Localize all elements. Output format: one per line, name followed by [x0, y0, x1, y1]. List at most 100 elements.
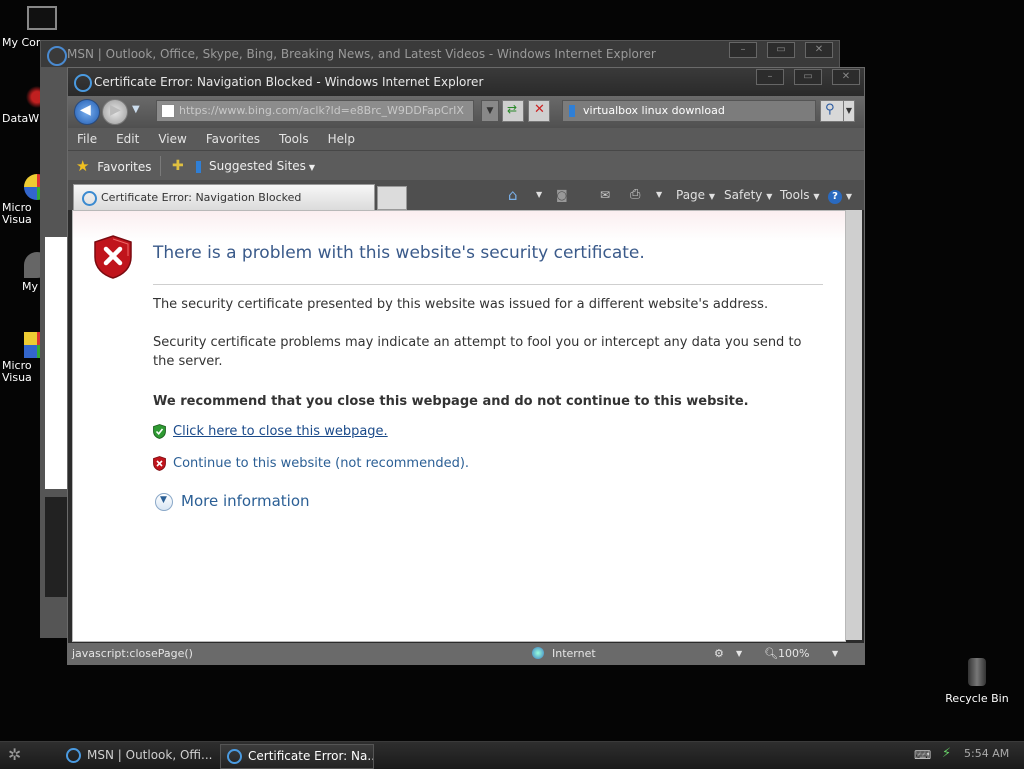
address-dropdown-button[interactable]: ▼ — [481, 100, 499, 122]
page-menu-button[interactable]: Page ▼ — [676, 180, 715, 212]
keyboard-icon[interactable]: ⌨ — [914, 748, 931, 762]
vertical-scrollbar[interactable] — [846, 210, 862, 640]
expand-more-info-button[interactable]: ▼ — [155, 493, 173, 511]
home-icon[interactable]: ⌂ — [508, 180, 518, 210]
monitor-icon — [27, 6, 57, 30]
security-zone: Internet — [552, 647, 596, 660]
address-bar[interactable]: https://www.bing.com/aclk?ld=e8Brc_W9DDF… — [156, 100, 474, 122]
bing-icon — [569, 105, 575, 117]
page-content: There is a problem with this website's s… — [72, 210, 846, 642]
zoom-icon: 🔍︎ — [764, 647, 778, 660]
error-description: The security certificate presented by th… — [153, 297, 769, 312]
maximize-button[interactable]: ▭ — [794, 69, 822, 85]
globe-icon — [532, 647, 544, 659]
task-label: MSN | Outlook, Offi... — [87, 748, 213, 762]
favorites-bar: ★ Favorites ✚ Suggested Sites ▼ — [68, 150, 864, 181]
start-button[interactable]: ✲ — [8, 745, 30, 765]
minimize-button[interactable]: – — [756, 69, 784, 85]
status-url: javascript:closePage() — [72, 647, 193, 660]
stop-button[interactable]: ✕ — [528, 100, 550, 122]
chevron-down-icon: ▼ — [160, 495, 167, 505]
ie-icon — [74, 74, 92, 92]
ie-icon — [227, 749, 242, 764]
favorites-label: Favorites — [97, 160, 152, 174]
tab-certificate-error[interactable]: Certificate Error: Navigation Blocked — [73, 184, 375, 211]
chevron-down-icon: ▼ — [813, 192, 820, 201]
menu-view[interactable]: View — [158, 132, 186, 146]
green-shield-icon — [153, 424, 166, 439]
favorites-button[interactable]: ★ Favorites — [76, 151, 152, 181]
back-window-title: MSN | Outlook, Office, Skype, Bing, Brea… — [67, 47, 656, 61]
search-button[interactable]: ⚲ — [820, 100, 844, 122]
task-label: Certificate Error: Na... — [248, 749, 374, 763]
close-webpage-link[interactable]: Click here to close this webpage. — [173, 424, 388, 439]
recent-pages-dropdown[interactable]: ▼ — [132, 104, 140, 115]
home-dropdown-icon[interactable]: ▼ — [536, 180, 542, 210]
error-warning: Security certificate problems may indica… — [153, 335, 802, 369]
mail-icon[interactable]: ✉ — [600, 180, 610, 210]
safety-menu-button[interactable]: Safety ▼ — [724, 180, 772, 212]
forward-arrow-icon: ▶ — [110, 102, 121, 118]
star-icon: ★ — [76, 157, 90, 175]
forward-button[interactable]: ▶ — [102, 99, 128, 125]
task-certificate-error-window[interactable]: Certificate Error: Na... — [220, 744, 374, 769]
taskbar: ✲ MSN | Outlook, Offi... Certificate Err… — [0, 741, 1024, 769]
suggested-sites-label: Suggested Sites — [209, 159, 306, 173]
menu-bar: File Edit View Favorites Tools Help — [68, 128, 864, 150]
error-title: There is a problem with this website's s… — [153, 243, 645, 263]
menu-favorites[interactable]: Favorites — [206, 132, 260, 146]
task-msn-window[interactable]: MSN | Outlook, Offi... — [60, 744, 214, 767]
search-text: virtualbox linux download — [583, 104, 725, 117]
menu-edit[interactable]: Edit — [116, 132, 139, 146]
tab-label: Certificate Error: Navigation Blocked — [101, 191, 302, 204]
continue-to-website-link[interactable]: Continue to this website (not recommende… — [173, 456, 469, 471]
feeds-icon[interactable]: ◙ — [556, 180, 568, 210]
zoom-dropdown-icon[interactable]: ▼ — [832, 643, 838, 664]
close-button[interactable]: ✕ — [832, 69, 860, 85]
ie-icon — [82, 190, 97, 206]
ie-icon — [66, 748, 81, 763]
page-menu-label: Page — [676, 188, 706, 202]
desktop-icon-recycle-bin[interactable]: Recycle Bin — [942, 658, 1012, 705]
bing-icon — [196, 160, 201, 173]
network-icon[interactable]: ⚡ — [942, 746, 951, 761]
close-button[interactable]: ✕ — [805, 42, 833, 58]
safety-menu-label: Safety — [724, 188, 763, 202]
back-button[interactable]: ◀ — [74, 99, 100, 125]
search-input[interactable]: virtualbox linux download — [562, 100, 816, 122]
minimize-button[interactable]: – — [729, 42, 757, 58]
shield-error-icon — [94, 235, 132, 279]
refresh-icon: ⇄ — [507, 102, 518, 116]
menu-file[interactable]: File — [77, 132, 97, 146]
desktop-icon-label: Micro Visua — [2, 360, 32, 384]
print-icon[interactable]: ⎙ — [630, 180, 640, 210]
chevron-down-icon[interactable]: ▼ — [736, 643, 742, 664]
tools-menu-button[interactable]: Tools ▼ — [780, 180, 820, 212]
protected-mode-icon[interactable]: ⚙ — [714, 643, 724, 664]
ie-window[interactable]: Certificate Error: Navigation Blocked - … — [67, 67, 865, 665]
add-to-favorites-icon[interactable]: ✚ — [172, 151, 184, 181]
navigation-bar: ◀ ▶ ▼ https://www.bing.com/aclk?ld=e8Brc… — [68, 96, 864, 128]
new-tab-button[interactable] — [377, 186, 407, 210]
maximize-button[interactable]: ▭ — [767, 42, 795, 58]
stop-icon: ✕ — [534, 102, 545, 117]
window-title: Certificate Error: Navigation Blocked - … — [68, 68, 864, 96]
back-arrow-icon: ◀ — [80, 102, 91, 118]
more-information-link[interactable]: More information — [181, 492, 310, 510]
recycle-bin-label: Recycle Bin — [945, 692, 1009, 705]
tools-menu-label: Tools — [780, 188, 810, 202]
divider — [153, 284, 823, 285]
menu-help[interactable]: Help — [328, 132, 355, 146]
suggested-sites-button[interactable]: Suggested Sites ▼ — [196, 151, 315, 181]
print-dropdown-icon[interactable]: ▼ — [656, 180, 662, 210]
clock[interactable]: 5:54 AM — [964, 747, 1009, 760]
help-icon[interactable]: ? ▼ — [828, 180, 852, 212]
start-icon: ✲ — [8, 745, 22, 764]
search-icon: ⚲ — [825, 102, 835, 117]
menu-tools[interactable]: Tools — [279, 132, 309, 146]
recycle-bin-icon — [968, 658, 986, 686]
zoom-level[interactable]: 100% — [778, 643, 809, 664]
chevron-down-icon: ▼ — [308, 163, 316, 172]
refresh-button[interactable]: ⇄ — [502, 100, 524, 122]
search-options-dropdown[interactable]: ▼ — [843, 100, 855, 122]
